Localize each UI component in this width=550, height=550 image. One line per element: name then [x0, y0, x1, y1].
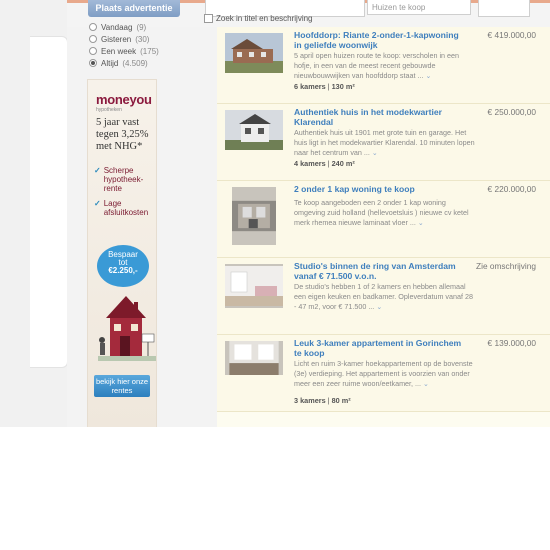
meta-separator: | — [327, 82, 330, 91]
location-input[interactable] — [478, 0, 530, 17]
meta-separator: | — [327, 396, 330, 405]
listing-description-text: Te koop aangeboden een 2 onder 1 kap won… — [294, 198, 469, 227]
listing-item[interactable]: Authentiek huis in het modekwartier Klar… — [217, 104, 550, 181]
listing-item[interactable]: Leuk 3-kamer appartement in Gorinchem te… — [217, 335, 550, 412]
date-filter-label: Gisteren — [101, 34, 132, 44]
ad-bullets: ✓ Scherpe hypotheek-rente ✓ Lage afsluit… — [94, 166, 154, 223]
bubble-amount: €2.250,- — [108, 266, 138, 275]
ad-bullet: ✓ Lage afsluitkosten — [94, 199, 154, 217]
place-ad-button[interactable]: Plaats advertentie — [88, 0, 180, 17]
checkmark-icon: ✓ — [94, 199, 101, 208]
listing-rooms: 4 kamers — [294, 159, 326, 168]
radio-button[interactable] — [89, 23, 97, 31]
checkmark-icon: ✓ — [94, 166, 101, 175]
listing-title[interactable]: 2 onder 1 kap woning te koop — [294, 184, 466, 194]
listing-price: € 419.000,00 — [487, 30, 536, 40]
date-filter-count: (4.509) — [122, 58, 148, 68]
listing-price: € 250.000,00 — [487, 107, 536, 117]
sidebar: Vandaag (9) Gisteren (30) Een week (175)… — [67, 23, 217, 427]
listing-title[interactable]: Hoofddorp: Riante 2-onder-1-kapwoning in… — [294, 30, 466, 50]
chevron-down-icon[interactable]: ⌄ — [425, 71, 431, 80]
moneyou-ad-banner[interactable]: moneyou hypotheken 5 jaar vast tegen 3,2… — [87, 79, 157, 427]
listing-description-text: 5 april open huizen route te koop: versc… — [294, 51, 460, 80]
savings-bubble: Bespaar tot €2.250,- — [97, 245, 149, 287]
listing-photo[interactable] — [225, 264, 283, 308]
brand-logo: moneyou — [96, 92, 152, 107]
listing-item[interactable]: Studio's binnen de ring van Amsterdam va… — [217, 258, 550, 335]
listing-description-text: De studio's hebben 1 of 2 kamers en hebb… — [294, 282, 474, 311]
ad-bullet-text: Lage afsluitkosten — [103, 199, 149, 217]
listing-photo[interactable] — [232, 187, 276, 245]
chevron-down-icon[interactable]: ⌄ — [423, 379, 429, 388]
listing-meta: 3 kamers | 80 m² — [294, 396, 351, 405]
ad-bullet: ✓ Scherpe hypotheek-rente — [94, 166, 154, 193]
date-filter: Vandaag (9) Gisteren (30) Een week (175)… — [89, 21, 209, 69]
date-filter-week[interactable]: Een week (175) — [89, 45, 209, 57]
title-search-label: Zoek in titel en beschrijving — [216, 14, 313, 23]
listing-meta: 4 kamers | 240 m² — [294, 159, 355, 168]
listing-description-text: Licht en ruim 3-kamer hoekappartement op… — [294, 359, 473, 388]
title-search-option[interactable]: Zoek in titel en beschrijving — [204, 14, 313, 23]
date-filter-count: (175) — [140, 46, 159, 56]
listing-title[interactable]: Leuk 3-kamer appartement in Gorinchem te… — [294, 338, 466, 358]
listing-area: 80 m² — [331, 396, 351, 405]
listing-photo[interactable] — [225, 33, 283, 73]
ad-headline: 5 jaar vast tegen 3,25% met NHG* — [96, 117, 149, 152]
listing-description: Authentiek huis uit 1901 met grote tuin … — [294, 128, 476, 158]
radio-button[interactable] — [89, 35, 97, 43]
meta-separator: | — [327, 159, 330, 168]
bezel-side-tab — [30, 36, 68, 368]
listing-price: € 220.000,00 — [487, 184, 536, 194]
date-filter-always[interactable]: Altijd (4.509) — [89, 57, 209, 69]
view-rates-button[interactable]: bekijk hier onze rentes — [94, 375, 150, 397]
chevron-down-icon[interactable]: ⌄ — [376, 302, 382, 311]
date-filter-count: (9) — [136, 22, 147, 32]
listing-description: De studio's hebben 1 of 2 kamers en hebb… — [294, 282, 476, 312]
date-filter-count: (30) — [135, 34, 150, 44]
date-filter-label: Vandaag — [101, 22, 133, 32]
listing-item[interactable]: 2 onder 1 kap woning te koop € 220.000,0… — [217, 181, 550, 258]
listing-title[interactable]: Authentiek huis in het modekwartier Klar… — [294, 107, 466, 127]
date-filter-today[interactable]: Vandaag (9) — [89, 21, 209, 33]
listing-description: Te koop aangeboden een 2 onder 1 kap won… — [294, 198, 476, 228]
listing-price: € 139.000,00 — [487, 338, 536, 348]
listing-description-text: Authentiek huis uit 1901 met grote tuin … — [294, 128, 475, 157]
listing-title[interactable]: Studio's binnen de ring van Amsterdam va… — [294, 261, 466, 281]
date-filter-label: Altijd — [101, 58, 119, 68]
listing-results: Hoofddorp: Riante 2-onder-1-kapwoning in… — [217, 27, 550, 427]
listing-rooms: 3 kamers — [294, 396, 326, 405]
listing-description: 5 april open huizen route te koop: versc… — [294, 51, 476, 81]
radio-button[interactable] — [89, 47, 97, 55]
category-select[interactable]: Huizen te koop — [367, 0, 471, 15]
listing-area: 130 m² — [331, 82, 355, 91]
browser-screen: Plaats advertentie Huizen te koop Zoek i… — [67, 0, 550, 427]
listing-meta: 6 kamers | 130 m² — [294, 82, 355, 91]
listing-rooms: 6 kamers — [294, 82, 326, 91]
brand-subtitle: hypotheken — [96, 107, 122, 113]
chevron-down-icon[interactable]: ⌄ — [372, 148, 378, 157]
listing-photo[interactable] — [225, 341, 283, 375]
chevron-down-icon[interactable]: ⌄ — [418, 218, 424, 227]
date-filter-yesterday[interactable]: Gisteren (30) — [89, 33, 209, 45]
listing-description: Licht en ruim 3-kamer hoekappartement op… — [294, 359, 476, 389]
listing-photo[interactable] — [225, 110, 283, 150]
listing-price: Zie omschrijving — [476, 261, 536, 271]
listing-item[interactable]: Hoofddorp: Riante 2-onder-1-kapwoning in… — [217, 27, 550, 104]
house-illustration-icon — [98, 296, 156, 361]
date-filter-label: Een week — [101, 46, 137, 56]
ad-bullet-text: Scherpe hypotheek-rente — [103, 166, 144, 193]
listing-area: 240 m² — [331, 159, 355, 168]
radio-button-selected[interactable] — [89, 59, 97, 67]
